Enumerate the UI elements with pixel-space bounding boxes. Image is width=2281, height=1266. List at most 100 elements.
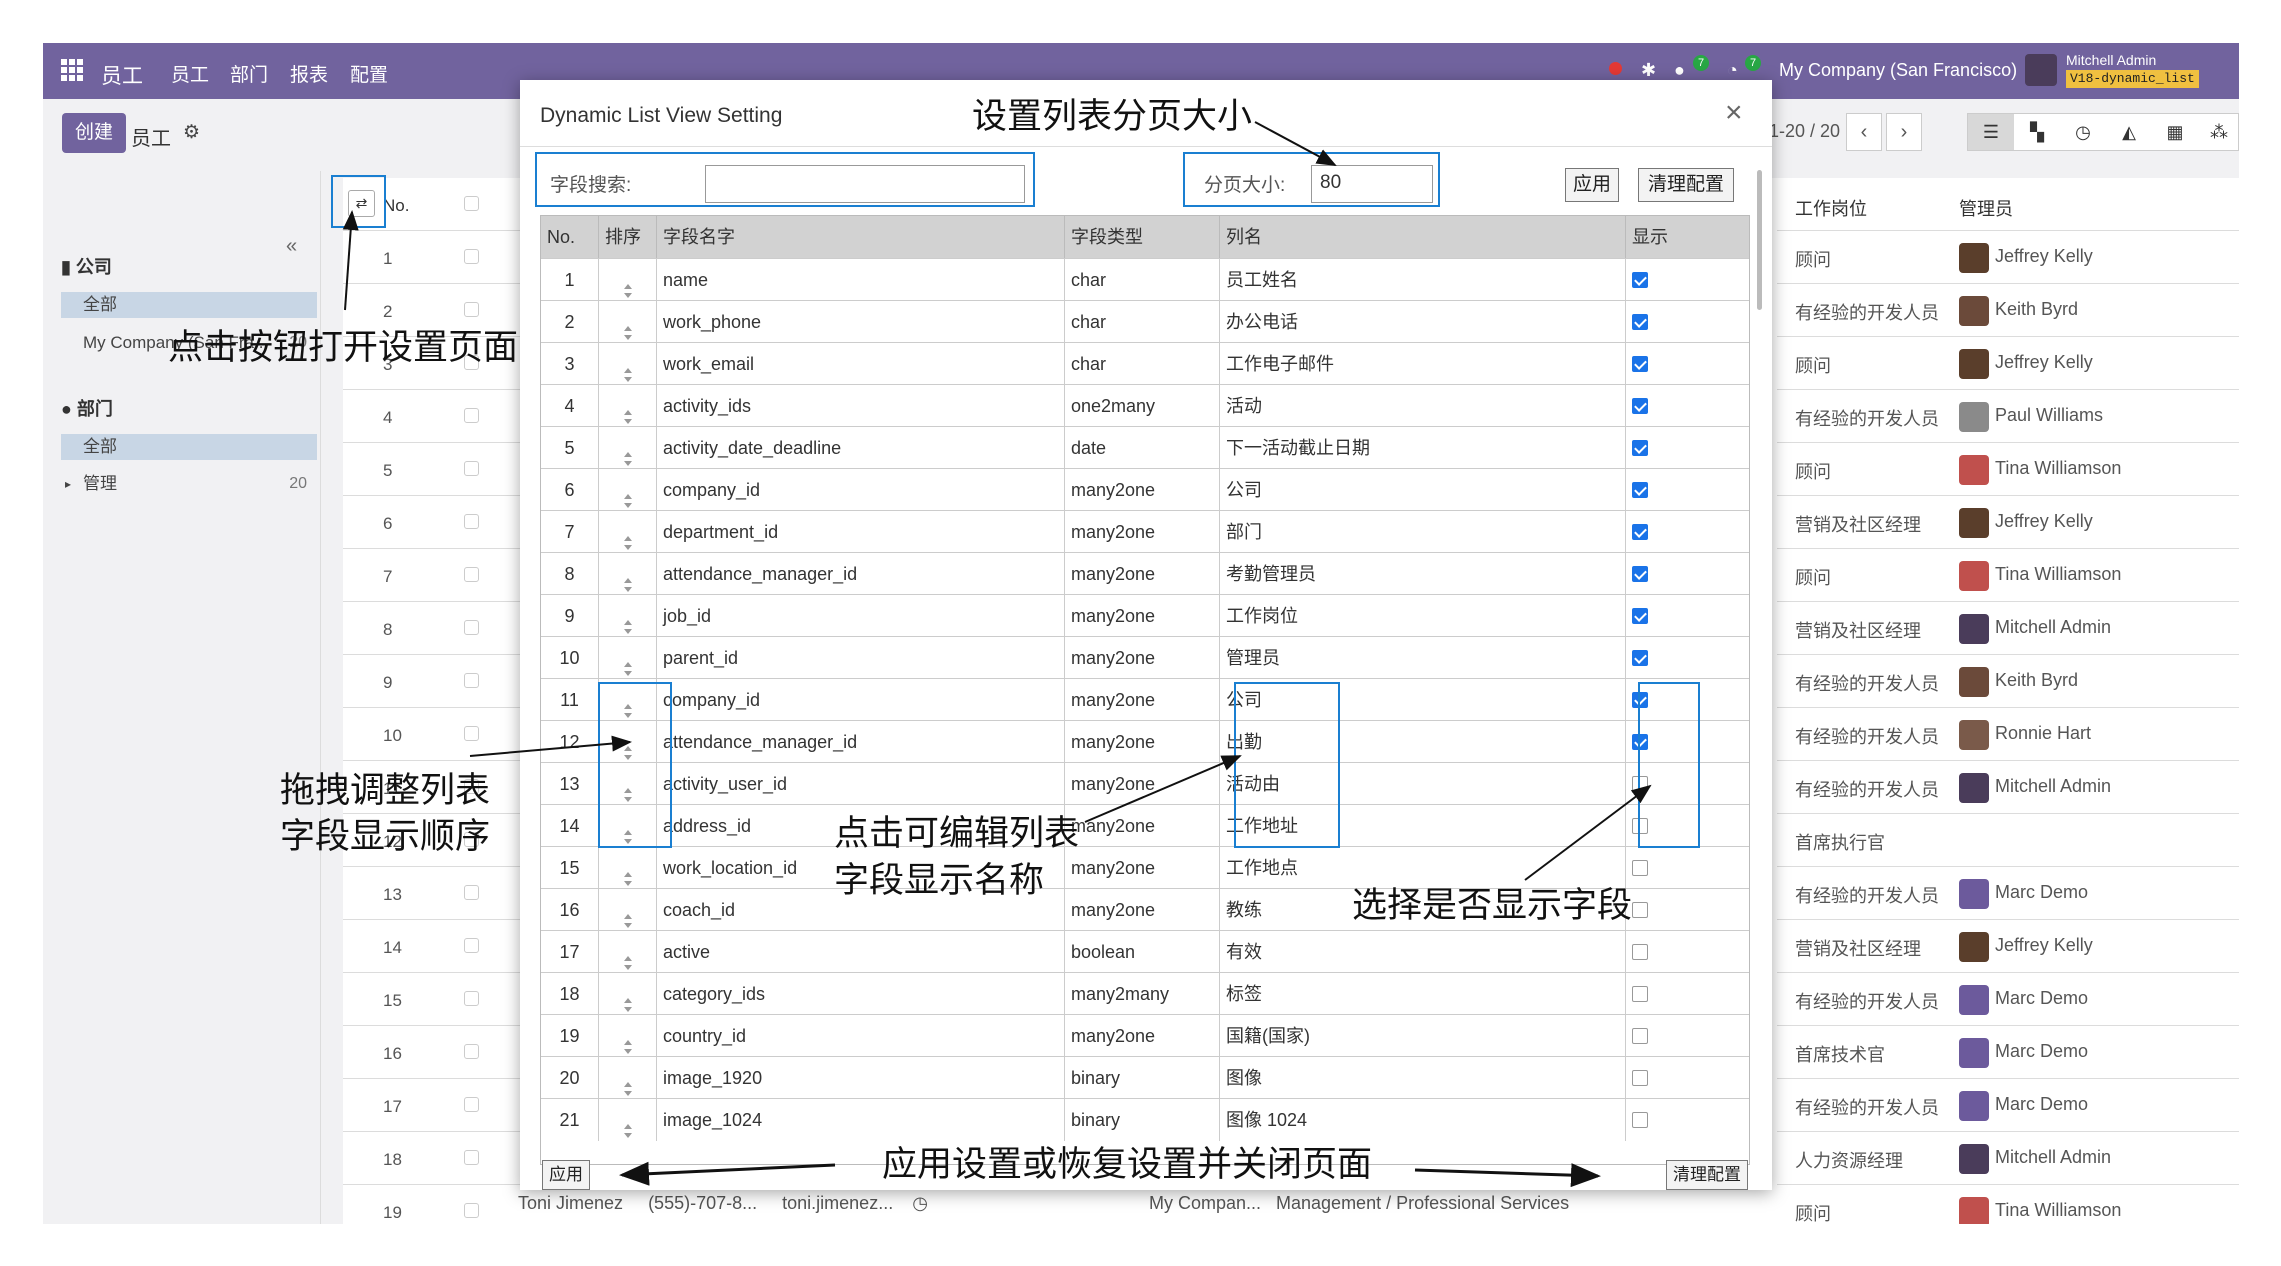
drag-handle-icon[interactable] <box>623 314 633 340</box>
drag-handle-icon[interactable] <box>623 566 633 592</box>
show-checkbox[interactable] <box>1632 1070 1648 1086</box>
avatar[interactable] <box>1959 1038 1989 1068</box>
row-checkbox[interactable] <box>464 1150 479 1165</box>
avatar[interactable] <box>1959 1144 1989 1174</box>
drag-handle-icon[interactable] <box>623 650 633 676</box>
column-name-cell[interactable]: 图像 1024 <box>1220 1099 1626 1141</box>
table-row[interactable]: 有经验的开发人员 Marc Demo <box>1777 867 2239 920</box>
avatar[interactable] <box>1959 508 1989 538</box>
table-row[interactable]: 8 <box>343 602 523 655</box>
company-filter-all[interactable]: 全部 <box>61 292 317 318</box>
scrollbar[interactable] <box>1757 170 1762 310</box>
avatar[interactable] <box>1959 614 1989 644</box>
show-checkbox[interactable] <box>1632 398 1648 414</box>
row-checkbox[interactable] <box>464 1044 479 1059</box>
column-name-cell[interactable]: 工作地点 <box>1220 847 1626 889</box>
column-name-cell[interactable]: 员工姓名 <box>1220 259 1626 301</box>
gear-icon[interactable]: ⚙ <box>183 121 200 144</box>
select-all-checkbox[interactable] <box>464 196 479 211</box>
field-row[interactable]: 5 activity_date_deadline date 下一活动截止日期 <box>541 426 1749 469</box>
avatar[interactable] <box>1959 1197 1989 1224</box>
show-checkbox[interactable] <box>1632 944 1648 960</box>
drag-handle-icon[interactable] <box>623 356 633 382</box>
field-row[interactable]: 18 category_ids many2many 标签 <box>541 972 1749 1015</box>
field-row[interactable]: 2 work_phone char 办公电话 <box>541 300 1749 343</box>
table-row[interactable]: 营销及社区经理 Jeffrey Kelly <box>1777 920 2239 973</box>
table-row[interactable]: 顾问 Tina Williamson <box>1777 1185 2239 1224</box>
pager-value[interactable]: 1-20 / 20 <box>1769 121 1840 142</box>
show-checkbox[interactable] <box>1632 482 1648 498</box>
drag-handle-icon[interactable] <box>623 482 633 508</box>
table-row[interactable]: 顾问 Jeffrey Kelly <box>1777 337 2239 390</box>
show-checkbox[interactable] <box>1632 608 1648 624</box>
user-avatar[interactable] <box>2025 54 2057 86</box>
column-name-cell[interactable]: 考勤管理员 <box>1220 553 1626 595</box>
drag-handle-icon[interactable] <box>623 902 633 928</box>
row-checkbox[interactable] <box>464 885 479 900</box>
bug-icon[interactable]: ✱ <box>1641 60 1656 81</box>
status-dot-icon[interactable] <box>1609 62 1622 75</box>
menu-reports[interactable]: 报表 <box>290 60 328 87</box>
field-row[interactable]: 15 work_location_id many2one 工作地点 <box>541 846 1749 889</box>
show-checkbox[interactable] <box>1632 356 1648 372</box>
row-checkbox[interactable] <box>464 938 479 953</box>
drag-handle-icon[interactable] <box>623 1070 633 1096</box>
drag-handle-icon[interactable] <box>623 272 633 298</box>
table-row[interactable]: 7 <box>343 549 523 602</box>
avatar[interactable] <box>1959 720 1989 750</box>
drag-handle-icon[interactable] <box>623 608 633 634</box>
column-name-cell[interactable]: 部门 <box>1220 511 1626 553</box>
list-footer-row[interactable]: Toni Jimenez (555)-707-8... toni.jimenez… <box>518 1193 1569 1214</box>
table-row[interactable]: 14 <box>343 920 523 973</box>
field-row[interactable]: 3 work_email char 工作电子邮件 <box>541 342 1749 385</box>
field-row[interactable]: 20 image_1920 binary 图像 <box>541 1056 1749 1099</box>
drag-handle-icon[interactable] <box>623 986 633 1012</box>
show-checkbox[interactable] <box>1632 440 1648 456</box>
dept-filter-item[interactable]: ▸ 管理 20 <box>61 471 317 497</box>
table-row[interactable]: 有经验的开发人员 Keith Byrd <box>1777 655 2239 708</box>
col-job-header[interactable]: 工作岗位 <box>1795 195 1867 221</box>
company-switcher[interactable]: My Company (San Francisco) <box>1779 60 2017 81</box>
column-name-cell[interactable]: 管理员 <box>1220 637 1626 679</box>
field-row[interactable]: 10 parent_id many2one 管理员 <box>541 636 1749 679</box>
avatar[interactable] <box>1959 561 1989 591</box>
show-checkbox[interactable] <box>1632 1028 1648 1044</box>
menu-config[interactable]: 配置 <box>350 60 388 87</box>
avatar[interactable] <box>1959 296 1989 326</box>
list-view-icon[interactable]: ☰ <box>1968 114 2014 150</box>
row-checkbox[interactable] <box>464 302 479 317</box>
table-row[interactable]: 有经验的开发人员 Marc Demo <box>1777 973 2239 1026</box>
row-checkbox[interactable] <box>464 1097 479 1112</box>
chat-icon[interactable]: ● <box>1674 60 1685 81</box>
column-name-cell[interactable]: 公司 <box>1220 469 1626 511</box>
apps-menu-icon[interactable] <box>61 59 83 81</box>
avatar[interactable] <box>1959 402 1989 432</box>
table-row[interactable]: 有经验的开发人员 Marc Demo <box>1777 1079 2239 1132</box>
row-checkbox[interactable] <box>464 1203 479 1218</box>
activity-icon[interactable]: ◔ <box>1727 60 1738 81</box>
collapse-panel-icon[interactable]: « <box>286 235 297 258</box>
row-checkbox[interactable] <box>464 991 479 1006</box>
avatar[interactable] <box>1959 455 1989 485</box>
table-row[interactable]: 16 <box>343 1026 523 1079</box>
column-name-cell[interactable]: 标签 <box>1220 973 1626 1015</box>
field-row[interactable]: 7 department_id many2one 部门 <box>541 510 1749 553</box>
table-row[interactable]: 19 <box>343 1185 523 1224</box>
apply-button-top[interactable]: 应用 <box>1565 168 1619 202</box>
field-search-input[interactable] <box>705 165 1025 203</box>
field-row[interactable]: 17 active boolean 有效 <box>541 930 1749 973</box>
close-icon[interactable]: × <box>1725 96 1743 130</box>
row-checkbox[interactable] <box>464 620 479 635</box>
table-row[interactable]: 有经验的开发人员 Mitchell Admin <box>1777 761 2239 814</box>
pager-next-icon[interactable]: › <box>1886 113 1922 151</box>
row-checkbox[interactable] <box>464 461 479 476</box>
field-row[interactable]: 1 name char 员工姓名 <box>541 258 1749 301</box>
drag-handle-icon[interactable] <box>623 524 633 550</box>
row-checkbox[interactable] <box>464 249 479 264</box>
table-row[interactable]: 有经验的开发人员 Keith Byrd <box>1777 284 2239 337</box>
field-row[interactable]: 4 activity_ids one2many 活动 <box>541 384 1749 427</box>
show-checkbox[interactable] <box>1632 1112 1648 1128</box>
table-row[interactable]: 17 <box>343 1079 523 1132</box>
column-name-cell[interactable]: 有效 <box>1220 931 1626 973</box>
column-name-cell[interactable]: 活动 <box>1220 385 1626 427</box>
